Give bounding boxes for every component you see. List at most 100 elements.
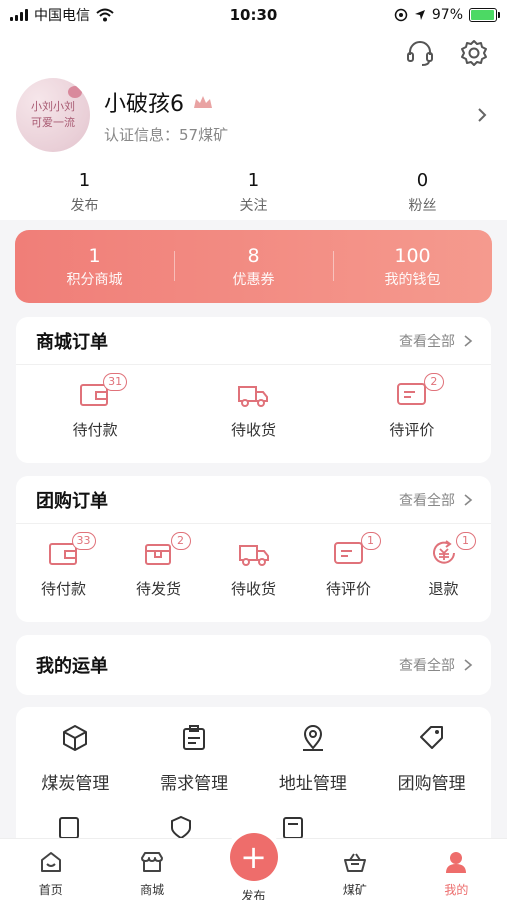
wallet-coupons[interactable]: 8 优惠券 — [174, 245, 333, 289]
badge-count: 2 — [170, 532, 191, 550]
avatar-text-line1: 小刘小刘 — [31, 100, 75, 113]
order-label: 退款 — [428, 580, 459, 598]
see-all-link[interactable]: 查看全部 — [399, 655, 475, 675]
basket-icon — [343, 853, 366, 872]
group-order-pending-payment[interactable]: 33 待付款 — [16, 532, 111, 599]
crown-level-icon — [194, 95, 212, 108]
tab-store[interactable]: 商城 — [101, 839, 202, 900]
stat-followers[interactable]: 0 粉丝 — [338, 170, 507, 215]
order-pending-review[interactable]: 2 待评价 — [333, 373, 491, 440]
tool-label: 煤炭管理 — [41, 774, 110, 794]
tools-row: 煤炭管理 需求管理 地址管理 团购管理 — [16, 707, 491, 794]
tab-label: 发布 — [241, 889, 266, 900]
mall-orders-card: 商城订单 查看全部 31 待付款 待收货 2 待评价 — [16, 317, 491, 463]
avatar[interactable]: 小刘小刘 可爱一流 — [16, 78, 90, 152]
tool-group-buy-management[interactable]: 团购管理 — [372, 723, 491, 794]
home-icon — [40, 852, 61, 872]
group-order-pending-receipt[interactable]: 待收货 — [206, 538, 301, 599]
badge-count: 2 — [423, 373, 444, 391]
order-pending-receipt[interactable]: 待收货 — [174, 379, 332, 440]
see-all-link[interactable]: 查看全部 — [399, 490, 475, 510]
badge-count: 1 — [360, 532, 381, 550]
mall-orders-header: 商城订单 查看全部 — [16, 317, 491, 365]
carrier-label: 中国电信 — [34, 8, 90, 24]
battery-icon — [469, 8, 500, 22]
tool-label: 团购管理 — [397, 774, 466, 794]
order-label: 待发货 — [135, 580, 181, 598]
tool-address-management[interactable]: 地址管理 — [254, 723, 373, 794]
orientation-lock-icon — [394, 8, 408, 22]
wallet-value: 100 — [394, 244, 431, 267]
profile-row[interactable]: 小刘小刘 可爱一流 小破孩6 认证信息：57煤矿 — [16, 78, 491, 152]
see-all-label: 查看全部 — [399, 333, 455, 350]
tag-icon — [419, 726, 443, 749]
status-right: 97% — [327, 7, 500, 23]
stat-posts[interactable]: 1 发布 — [0, 170, 169, 215]
profile-stats: 1 发布 1 关注 0 粉丝 — [0, 170, 507, 215]
tab-label: 我的 — [444, 883, 469, 897]
tab-label: 商城 — [140, 883, 165, 897]
truck-icon — [238, 545, 269, 566]
stat-value: 1 — [78, 170, 91, 191]
chevron-right-icon — [464, 334, 473, 347]
bottom-tab-bar: 首页 商城 + 发布 煤矿 我的 — [0, 833, 507, 900]
tool-label: 需求管理 — [160, 774, 229, 794]
badge-count: 31 — [103, 373, 128, 391]
wallet-banner: 1 积分商城 8 优惠券 100 我的钱包 — [15, 230, 492, 303]
cube-icon — [63, 725, 88, 751]
tab-mine[interactable]: 我的 — [406, 839, 507, 900]
battery-fill — [471, 10, 495, 20]
card-title: 我的运单 — [36, 656, 108, 677]
group-order-pending-shipment[interactable]: 2 待发货 — [111, 532, 206, 599]
profile-header: 小刘小刘 可爱一流 小破孩6 认证信息：57煤矿 1 发布 1 关注 0 粉丝 — [0, 30, 507, 220]
stat-value: 1 — [247, 170, 260, 191]
tool-demand-management[interactable]: 需求管理 — [135, 723, 254, 794]
avatar-flower-icon — [68, 86, 82, 98]
waybill-header: 我的运单 查看全部 — [16, 635, 491, 695]
location-arrow-icon — [414, 10, 425, 20]
chevron-right-icon — [478, 108, 487, 122]
group-order-pending-review[interactable]: 1 待评价 — [301, 532, 396, 599]
status-left: 中国电信 — [10, 5, 180, 25]
card-title: 商城订单 — [36, 331, 108, 353]
tab-coal-mine[interactable]: 煤矿 — [304, 839, 405, 900]
stat-label: 关注 — [239, 198, 268, 214]
tab-label: 首页 — [38, 883, 63, 897]
status-time: 10:30 — [229, 6, 278, 24]
document-icon[interactable] — [56, 814, 82, 840]
stat-label: 粉丝 — [408, 198, 437, 214]
wallet-value: 8 — [247, 244, 260, 267]
wallet-points-mall[interactable]: 1 积分商城 — [15, 245, 174, 289]
wallet-balance[interactable]: 100 我的钱包 — [333, 245, 492, 289]
chevron-right-icon — [464, 659, 473, 671]
chevron-right-icon — [464, 493, 473, 506]
waybill-card[interactable]: 我的运单 查看全部 — [16, 635, 491, 695]
tool-label: 地址管理 — [278, 774, 347, 794]
wallet-label: 积分商城 — [66, 271, 123, 288]
tool-coal-management[interactable]: 煤炭管理 — [16, 723, 135, 794]
shield-icon[interactable] — [168, 814, 194, 840]
stat-following[interactable]: 1 关注 — [169, 170, 338, 215]
wallet-value: 1 — [88, 244, 101, 267]
gear-icon[interactable] — [459, 38, 489, 68]
stat-label: 发布 — [70, 198, 99, 214]
list-icon[interactable] — [280, 814, 306, 840]
avatar-text-line2: 可爱一流 — [31, 116, 75, 129]
tab-publish[interactable]: + 发布 — [203, 833, 304, 900]
order-pending-payment[interactable]: 31 待付款 — [16, 373, 174, 440]
user-icon — [446, 852, 467, 873]
see-all-label: 查看全部 — [399, 492, 455, 509]
group-order-refund[interactable]: 1 退款 — [396, 532, 491, 599]
battery-percent: 97% — [431, 7, 463, 23]
document-icon — [183, 725, 206, 750]
order-label: 待评价 — [389, 421, 435, 439]
group-orders-header: 团购订单 查看全部 — [16, 476, 491, 524]
headset-icon[interactable] — [405, 38, 435, 68]
order-label: 待付款 — [40, 580, 86, 598]
wifi-icon — [96, 8, 114, 22]
tab-home[interactable]: 首页 — [0, 839, 101, 900]
see-all-link[interactable]: 查看全部 — [399, 331, 475, 351]
truck-icon — [238, 386, 269, 407]
tab-label: 煤矿 — [342, 883, 367, 897]
plus-icon: + — [229, 833, 278, 881]
